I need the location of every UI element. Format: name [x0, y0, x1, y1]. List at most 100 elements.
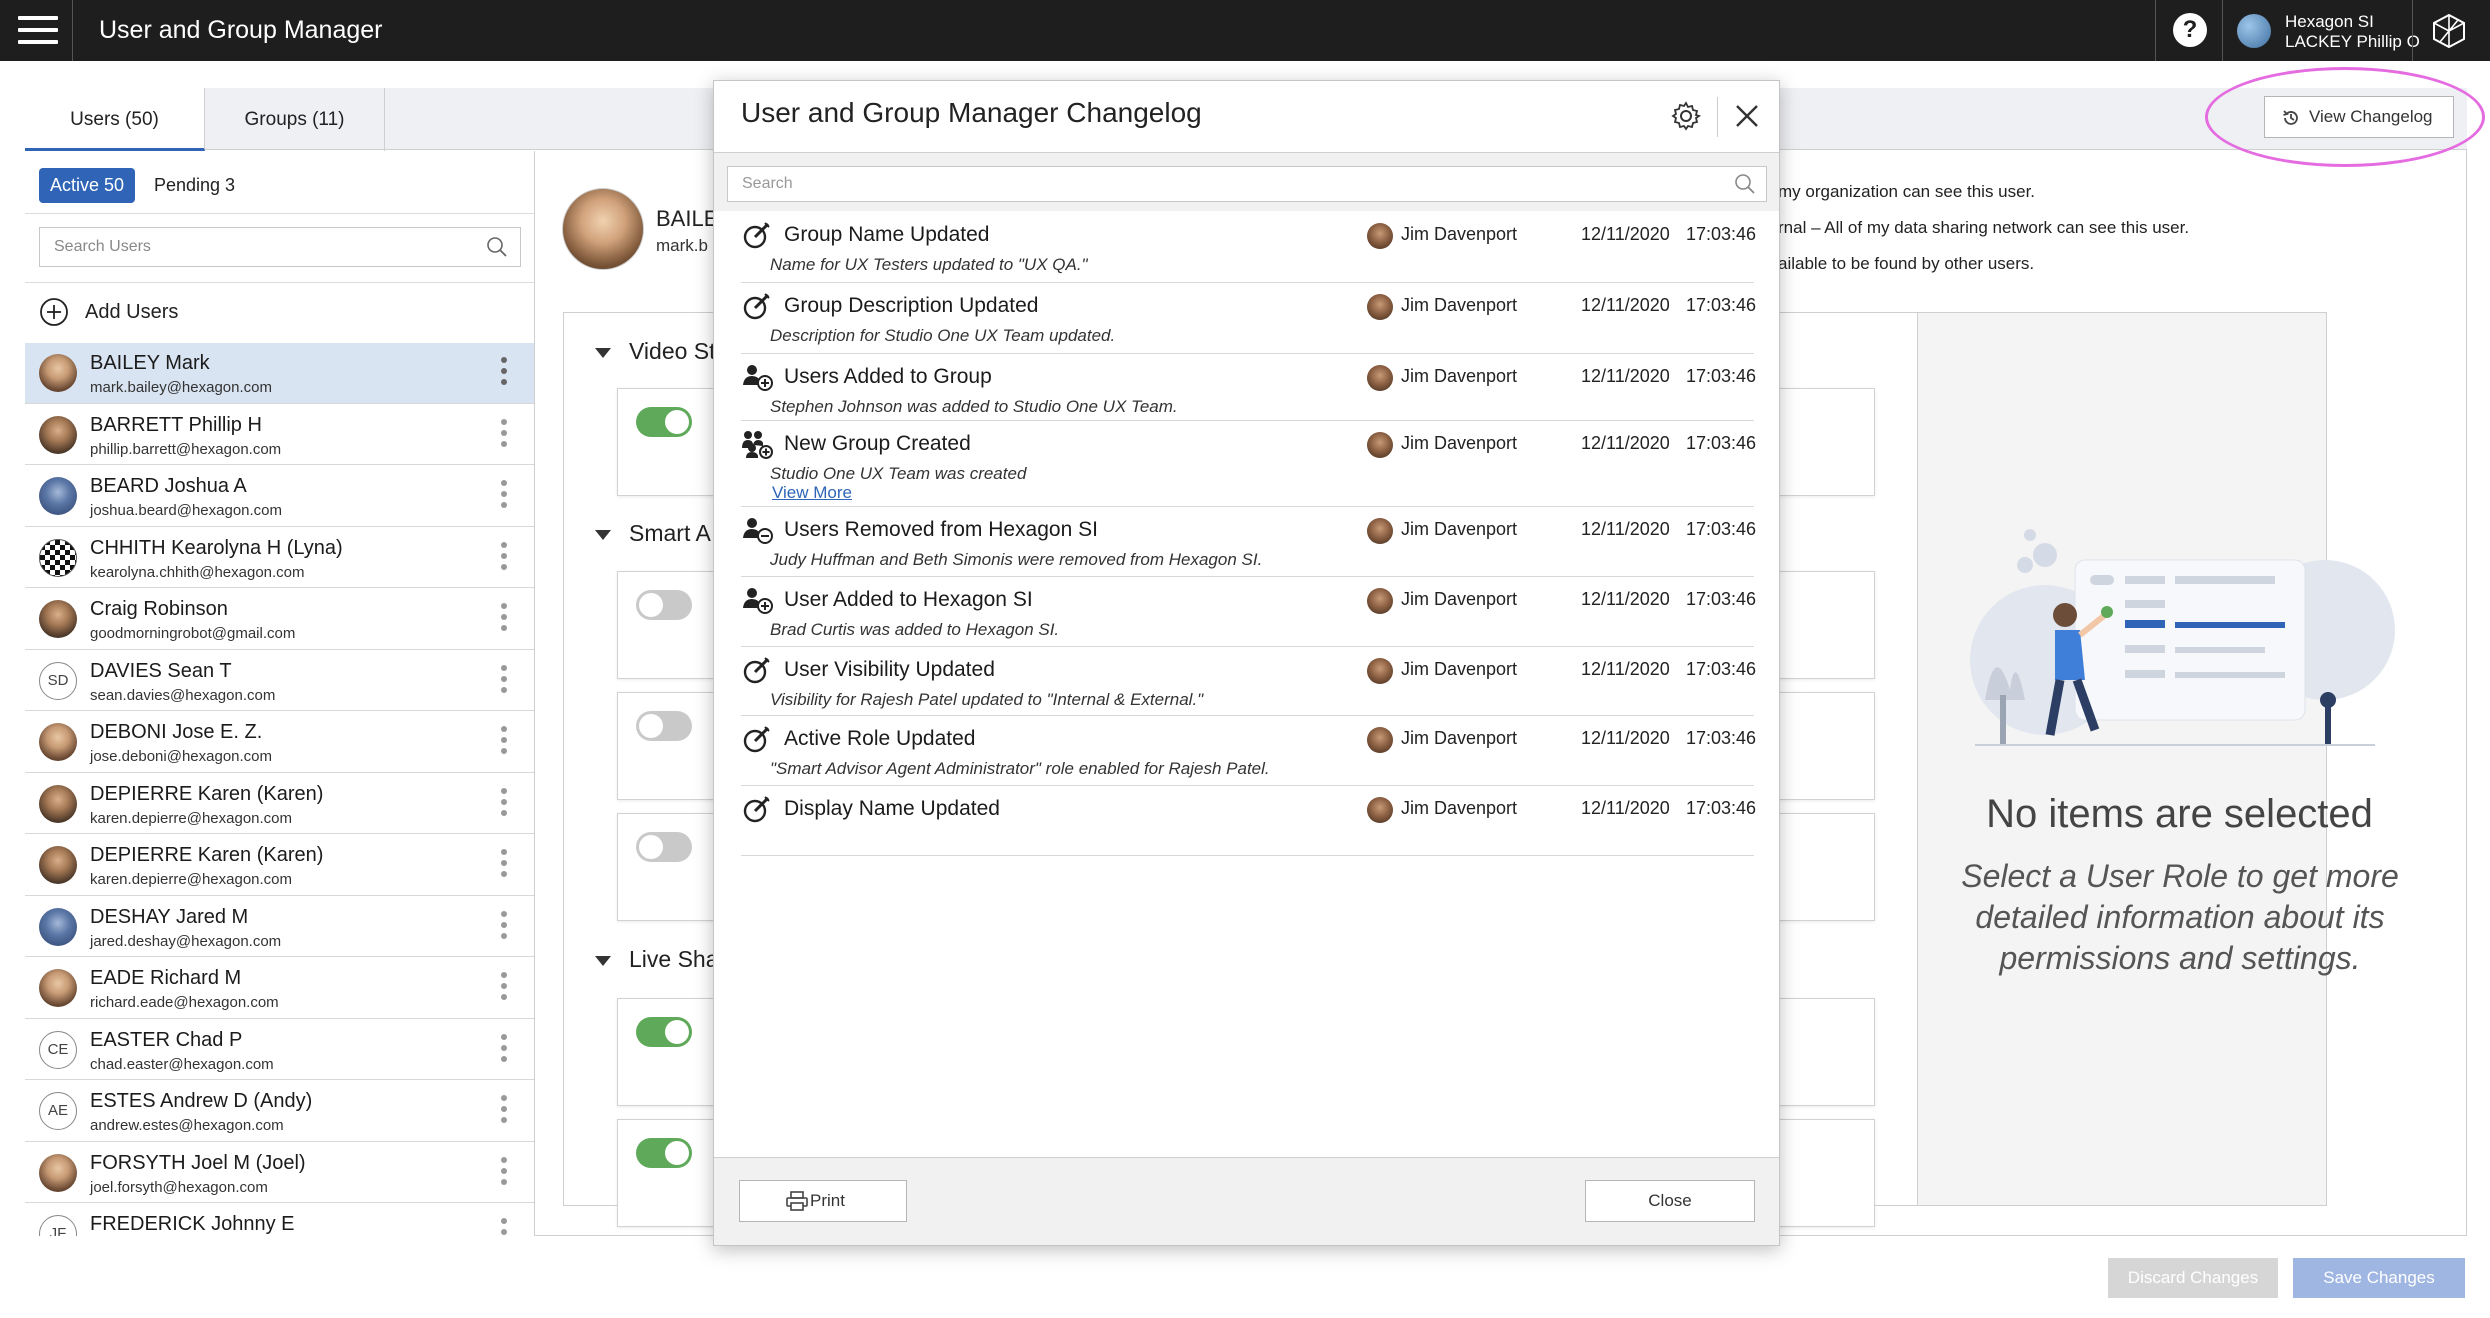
user-email: chad.easter@hexagon.com — [90, 1055, 274, 1073]
entry-title: Users Added to Group — [784, 365, 992, 388]
globe-avatar-icon[interactable] — [2237, 14, 2271, 48]
role-toggle[interactable] — [636, 1017, 692, 1047]
user-list-item[interactable]: SD DAVIES Sean T sean.davies@hexagon.com — [25, 649, 534, 711]
avatar — [1367, 365, 1393, 391]
user-list-item[interactable]: DEBONI Jose E. Z. jose.deboni@hexagon.com — [25, 711, 534, 773]
more-options-icon[interactable] — [501, 972, 507, 1005]
entry-time: 17:03:46 — [1686, 519, 1757, 539]
chevron-down-icon — [595, 347, 611, 358]
role-toggle[interactable] — [636, 832, 692, 862]
entry-title: Group Name Updated — [784, 223, 990, 246]
user-remove-icon — [741, 514, 773, 546]
gear-icon[interactable] — [1669, 99, 1703, 133]
search-users-input[interactable]: Search Users — [39, 227, 521, 267]
tab-users[interactable]: Users (50) — [25, 88, 205, 151]
section-live-label: Live Sha — [629, 946, 719, 972]
avatar — [1367, 588, 1393, 614]
divider — [2155, 0, 2156, 61]
more-options-icon[interactable] — [501, 1095, 507, 1128]
more-options-icon[interactable] — [501, 480, 507, 513]
printer-icon — [786, 1191, 808, 1211]
user-list-item[interactable]: EADE Richard M richard.eade@hexagon.com — [25, 957, 534, 1019]
more-options-icon[interactable] — [501, 787, 507, 821]
section-video-label: Video St — [629, 338, 716, 364]
more-options-icon[interactable] — [501, 418, 507, 452]
entry-user: Jim Davenport — [1401, 519, 1518, 539]
user-list-item[interactable]: DEPIERRE Karen (Karen) karen.depierre@hex… — [25, 772, 534, 834]
avatar — [39, 600, 77, 638]
changelog-entry: Display Name Updated Jim Davenport 12/11/2… — [741, 786, 1756, 856]
close-icon[interactable] — [1730, 99, 1764, 133]
account-org[interactable]: Hexagon SI — [2285, 12, 2374, 32]
role-toggle[interactable] — [636, 711, 692, 741]
entry-title: User Visibility Updated — [784, 658, 995, 681]
user-list-item[interactable]: JF FREDERICK Johnny E — [25, 1203, 534, 1236]
role-toggle[interactable] — [636, 590, 692, 620]
section-smart[interactable]: Smart A — [595, 520, 711, 547]
entry-user: Jim Davenport — [1401, 798, 1518, 818]
user-list-item[interactable]: DEPIERRE Karen (Karen) karen.depierre@hex… — [25, 834, 534, 896]
save-changes-button[interactable]: Save Changes — [2293, 1258, 2465, 1298]
entry-date: 12/11/2020 — [1581, 519, 1670, 539]
close-button[interactable]: Close — [1585, 1180, 1755, 1222]
changelog-entry: Group Description Updated Jim Davenport 12… — [741, 283, 1757, 354]
more-options-icon[interactable] — [501, 849, 507, 882]
entry-time: 17:03:46 — [1686, 224, 1757, 244]
discard-changes-button[interactable]: Discard Changes — [2108, 1258, 2278, 1298]
user-list-item[interactable]: DESHAY Jared M jared.deshay@hexagon.com — [25, 895, 534, 957]
more-options-icon[interactable] — [501, 357, 507, 390]
divider — [25, 282, 534, 283]
filter-active-button[interactable]: Active 50 — [39, 168, 135, 203]
section-video[interactable]: Video St — [595, 338, 716, 365]
entry-time: 17:03:46 — [1686, 433, 1757, 453]
edit-icon — [741, 723, 773, 755]
more-options-icon[interactable] — [501, 1033, 507, 1067]
avatar: SD — [39, 661, 77, 700]
user-name: DAVIES Sean T — [90, 659, 232, 682]
user-list-item[interactable]: AE ESTES Andrew D (Andy) andrew.estes@hexa… — [25, 1080, 534, 1142]
section-live[interactable]: Live Sha — [595, 946, 719, 973]
entry-title: New Group Created — [784, 432, 971, 455]
view-more-link[interactable]: View More — [772, 483, 852, 503]
entry-description: Studio One UX Team was created — [770, 464, 1027, 483]
user-email: jared.deshay@hexagon.com — [90, 932, 282, 950]
user-list-item[interactable]: FORSYTH Joel M (Joel) joel.forsyth@hexago… — [25, 1141, 534, 1203]
entry-time: 17:03:46 — [1686, 295, 1757, 315]
entry-title: User Added to Hexagon SI — [784, 588, 1033, 611]
more-options-icon[interactable] — [501, 603, 507, 636]
account-name[interactable]: LACKEY Phillip O — [2285, 32, 2420, 52]
more-options-icon[interactable] — [501, 910, 507, 944]
search-icon[interactable] — [486, 236, 508, 258]
help-icon[interactable]: ? — [2173, 13, 2207, 47]
avatar — [39, 538, 77, 577]
more-options-icon[interactable] — [501, 1218, 507, 1236]
print-button[interactable]: Print — [739, 1180, 907, 1222]
role-toggle[interactable] — [636, 407, 692, 437]
user-add-icon — [741, 584, 773, 616]
more-options-icon[interactable] — [501, 541, 507, 575]
user-list-item[interactable]: CE EASTER Chad P chad.easter@hexagon.com — [25, 1018, 534, 1080]
user-email: kearolyna.chhith@hexagon.com — [90, 563, 305, 581]
user-list-item[interactable]: CHHITH Kearolyna H (Lyna) kearolyna.chhit… — [25, 526, 534, 588]
user-list-item[interactable]: BEARD Joshua A joshua.beard@hexagon.com — [25, 465, 534, 527]
user-name: BAILEY Mark — [90, 352, 210, 374]
menu-icon[interactable] — [18, 16, 58, 46]
changelog-search-input[interactable]: Search — [727, 166, 1767, 202]
filter-pending-button[interactable]: Pending 3 — [154, 168, 264, 203]
avatar — [1367, 518, 1393, 544]
search-icon[interactable] — [1734, 173, 1756, 195]
user-list-item[interactable]: BARRETT Phillip H phillip.barrett@hexagon… — [25, 403, 534, 465]
user-list-item[interactable]: Craig Robinson goodmorningrobot@gmail.com — [25, 588, 534, 650]
tab-groups[interactable]: Groups (11) — [205, 88, 385, 151]
add-users-button[interactable]: Add Users — [39, 296, 178, 328]
more-options-icon[interactable] — [501, 664, 507, 698]
user-name: FREDERICK Johnny E — [90, 1213, 295, 1235]
more-options-icon[interactable] — [501, 1156, 507, 1190]
user-email: joel.forsyth@hexagon.com — [90, 1178, 268, 1196]
role-toggle[interactable] — [636, 1138, 692, 1168]
empty-state-title: No items are selected — [1986, 792, 2373, 836]
more-options-icon[interactable] — [501, 726, 507, 759]
user-name: EASTER Chad P — [90, 1028, 243, 1051]
search-users-placeholder: Search Users — [54, 238, 151, 255]
user-list-item[interactable]: BAILEY Mark mark.bailey@hexagon.com — [25, 342, 534, 404]
